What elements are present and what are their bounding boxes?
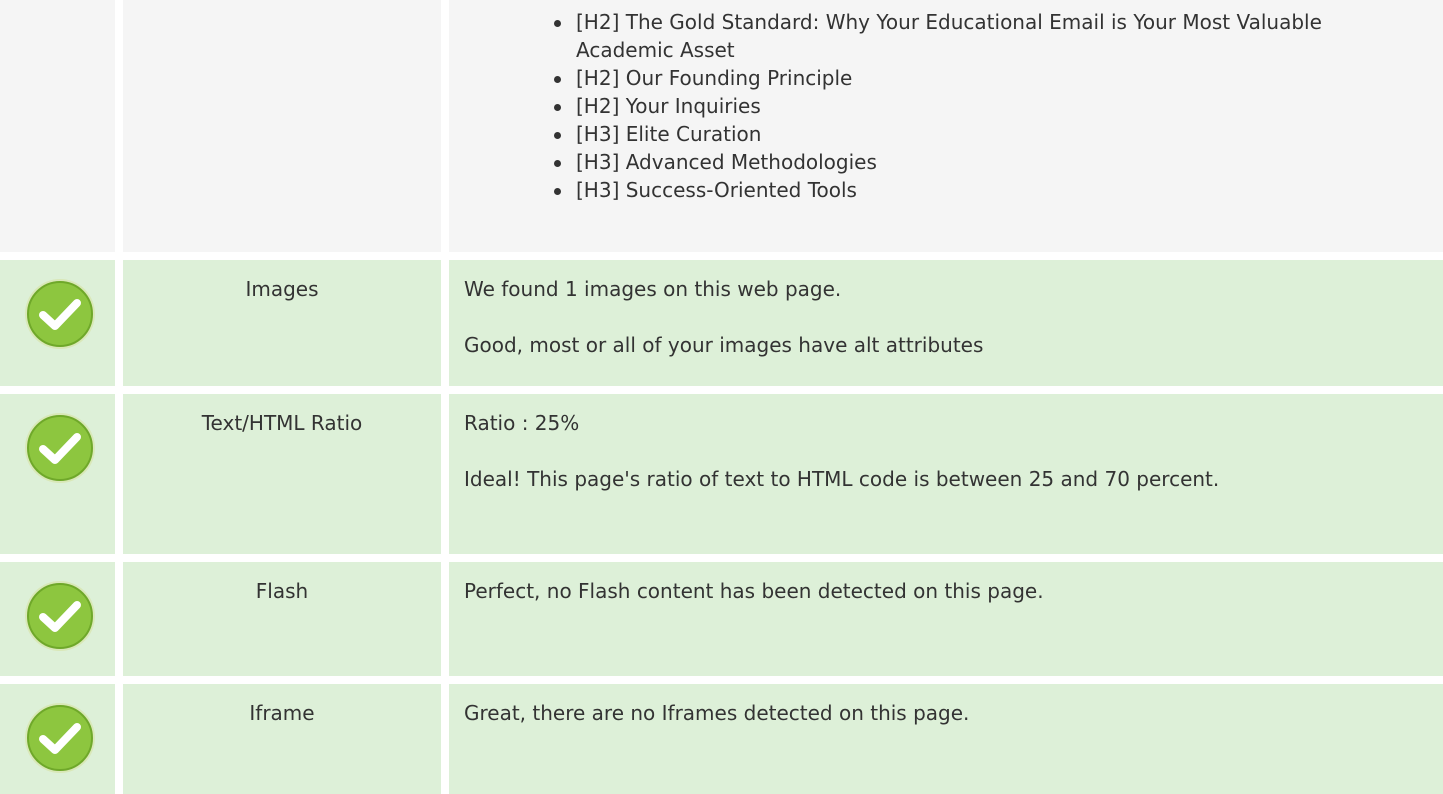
bullet-icon: [554, 20, 561, 27]
row-name: Images: [123, 260, 441, 386]
check-circle-icon: [25, 413, 95, 483]
bullet-icon: [554, 160, 561, 167]
check-circle-icon: [25, 581, 95, 651]
heading-item-text: [H2] Our Founding Principle: [576, 66, 853, 90]
heading-item-text: [H2] The Gold Standard: Why Your Educati…: [576, 10, 1322, 62]
headings-name-cell: [123, 0, 441, 252]
headings-body-cell: [H2] The Gold Standard: Why Your Educati…: [449, 0, 1443, 252]
row-name: Flash: [123, 562, 441, 676]
heading-item-text: [H3] Elite Curation: [576, 122, 762, 146]
row-line: Great, there are no Iframes detected on …: [464, 701, 970, 725]
row-line: Ratio : 25%: [464, 411, 580, 435]
seo-report-table: [H2] The Gold Standard: Why Your Educati…: [0, 0, 1443, 794]
heading-item-text: [H2] Your Inquiries: [576, 94, 761, 118]
row-body: Great, there are no Iframes detected on …: [449, 684, 1443, 794]
row-body: Ratio : 25% Ideal! This page's ratio of …: [449, 394, 1443, 554]
bullet-icon: [554, 104, 561, 111]
check-circle-icon: [25, 279, 95, 349]
bullet-icon: [554, 188, 561, 195]
iframe-row: Iframe Great, there are no Iframes detec…: [0, 684, 1443, 794]
flash-row: Flash Perfect, no Flash content has been…: [0, 562, 1443, 676]
row-body: We found 1 images on this web page. Good…: [449, 260, 1443, 386]
headings-row: [H2] The Gold Standard: Why Your Educati…: [0, 0, 1443, 252]
status-icon-cell: [0, 562, 115, 676]
heading-item-text: [H3] Success-Oriented Tools: [576, 178, 857, 202]
row-line: Ideal! This page's ratio of text to HTML…: [464, 467, 1220, 491]
row-line: Good, most or all of your images have al…: [464, 333, 984, 357]
status-icon-cell: [0, 684, 115, 794]
heading-item: [H2] Our Founding Principle: [464, 64, 1403, 92]
images-row: Images We found 1 images on this web pag…: [0, 260, 1443, 386]
heading-item-text: [H3] Advanced Methodologies: [576, 150, 877, 174]
text-html-ratio-row: Text/HTML Ratio Ratio : 25% Ideal! This …: [0, 394, 1443, 554]
bullet-icon: [554, 132, 561, 139]
row-line: Perfect, no Flash content has been detec…: [464, 579, 1044, 603]
heading-item: [H3] Advanced Methodologies: [464, 148, 1403, 176]
row-name: Text/HTML Ratio: [123, 394, 441, 554]
bullet-icon: [554, 76, 561, 83]
check-circle-icon: [25, 703, 95, 773]
headings-icon-cell: [0, 0, 115, 252]
status-icon-cell: [0, 394, 115, 554]
heading-item: [H3] Success-Oriented Tools: [464, 176, 1403, 204]
row-line: We found 1 images on this web page.: [464, 277, 842, 301]
row-name: Iframe: [123, 684, 441, 794]
status-icon-cell: [0, 260, 115, 386]
heading-item: [H2] Your Inquiries: [464, 92, 1403, 120]
headings-list: [H2] The Gold Standard: Why Your Educati…: [464, 8, 1403, 204]
row-body: Perfect, no Flash content has been detec…: [449, 562, 1443, 676]
heading-item: [H2] The Gold Standard: Why Your Educati…: [464, 8, 1403, 64]
heading-item: [H3] Elite Curation: [464, 120, 1403, 148]
